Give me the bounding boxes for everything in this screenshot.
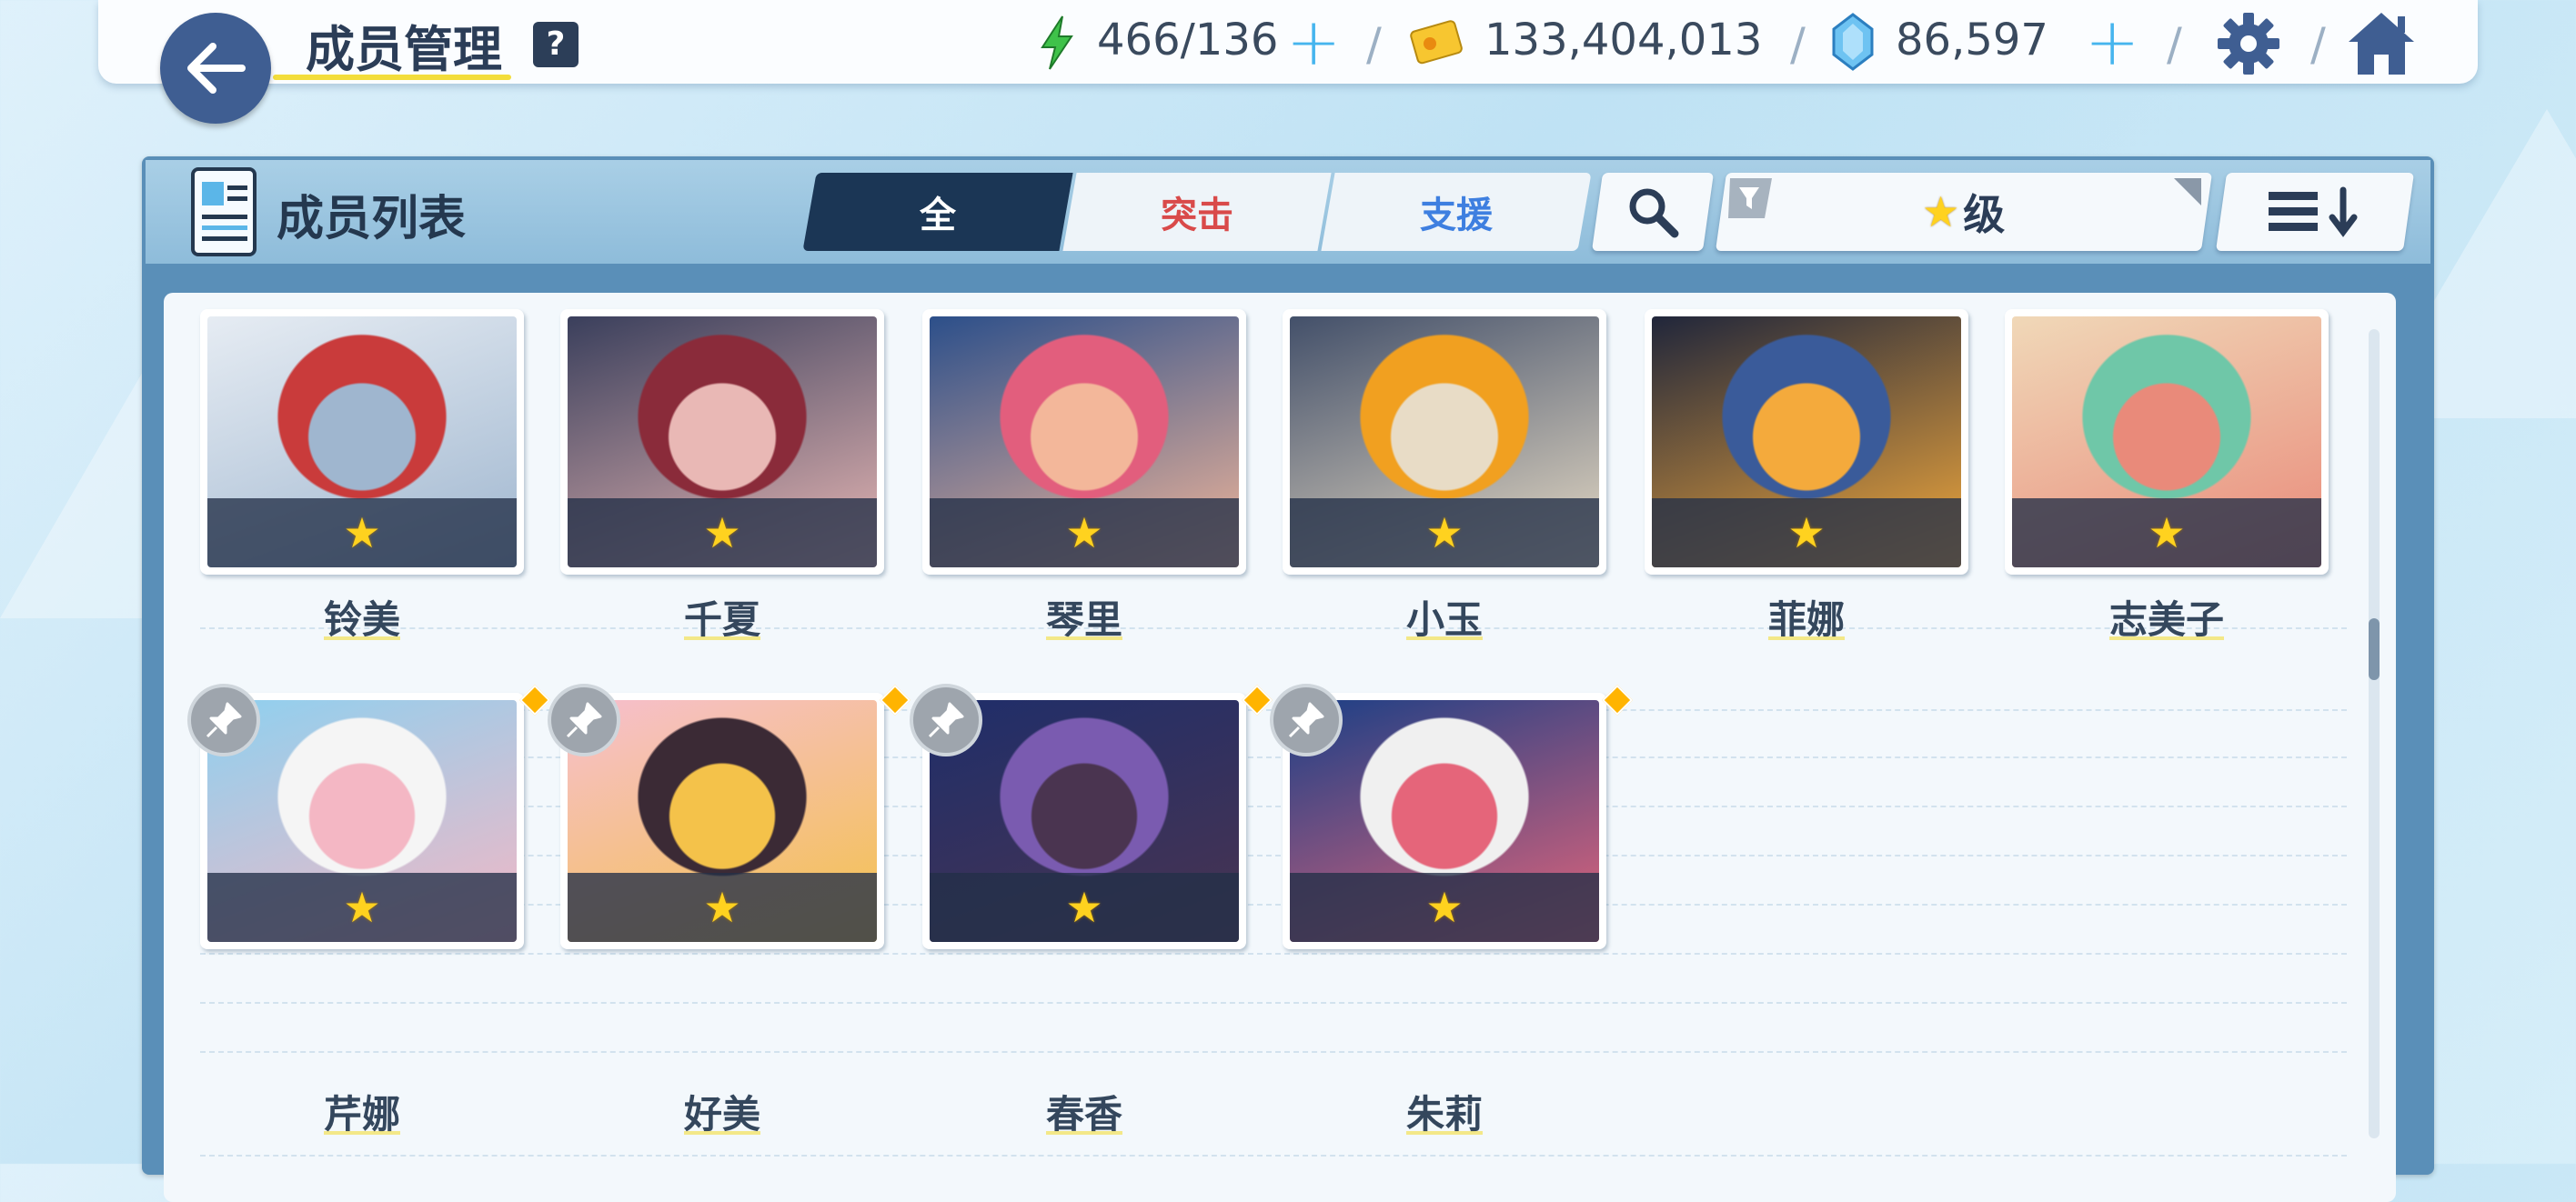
name-underline — [1768, 636, 1845, 640]
tab-all-label: 全 — [920, 195, 956, 236]
star-rating: ★ — [1652, 498, 1961, 567]
page-title: 成员管理 — [306, 21, 502, 78]
member-portrait: ★ — [1652, 316, 1961, 567]
star-rating: ★ — [207, 873, 517, 942]
name-underline — [1046, 1131, 1122, 1135]
star-rating: ★ — [930, 873, 1239, 942]
search-button[interactable] — [1591, 173, 1715, 251]
member-card[interactable]: ★ — [1283, 309, 1606, 575]
scrollbar-thumb[interactable] — [2369, 618, 2380, 680]
row-divider — [200, 953, 2347, 955]
pin-icon — [928, 702, 964, 738]
pin-icon — [206, 702, 242, 738]
star-rating: ★ — [568, 873, 877, 942]
gems-value: 86,597 — [1896, 15, 2048, 65]
member-card[interactable]: ★ — [200, 309, 524, 575]
member-card[interactable]: ★ — [2005, 309, 2329, 575]
credits-value: 133,404,013 — [1484, 15, 1763, 65]
star-icon: ★ — [1425, 883, 1464, 932]
name-underline — [1406, 1131, 1483, 1135]
pin-icon — [1288, 702, 1324, 738]
name-underline — [1406, 636, 1483, 640]
level-filter-dropdown[interactable]: ★ 级 — [1715, 173, 2213, 251]
separator: / — [1366, 18, 1382, 71]
title-underline — [273, 75, 511, 80]
name-underline — [2109, 636, 2224, 640]
pin-button[interactable] — [548, 684, 620, 756]
level-star-icon: ★ — [1922, 187, 1960, 236]
gear-icon[interactable] — [2216, 11, 2281, 76]
name-underline — [684, 636, 760, 640]
member-portrait: ★ — [207, 316, 517, 567]
name-underline — [684, 1131, 760, 1135]
scrollbar-track[interactable] — [2369, 329, 2380, 1138]
star-icon: ★ — [2148, 508, 2186, 557]
add-gems-button[interactable]: + — [2085, 9, 2139, 75]
separator: / — [1790, 18, 1806, 71]
add-stamina-button[interactable]: + — [1286, 9, 1341, 75]
member-card[interactable]: ★ — [560, 309, 884, 575]
separator: / — [2167, 18, 2182, 71]
member-portrait: ★ — [568, 316, 877, 567]
star-rating: ★ — [568, 498, 877, 567]
separator: / — [2310, 18, 2326, 71]
pin-button[interactable] — [187, 684, 260, 756]
name-underline — [324, 1131, 400, 1135]
star-icon: ★ — [343, 508, 381, 557]
search-icon — [1629, 188, 1679, 238]
star-icon: ★ — [1065, 508, 1103, 557]
member-portrait: ★ — [2012, 316, 2321, 567]
tab-assault[interactable]: 突击 — [1062, 173, 1332, 251]
star-rating: ★ — [930, 498, 1239, 567]
filter-icon — [1728, 178, 1772, 218]
star-icon: ★ — [1787, 508, 1826, 557]
pin-icon — [566, 702, 602, 738]
row-divider — [200, 1051, 2347, 1053]
star-icon: ★ — [343, 883, 381, 932]
row-divider — [200, 1002, 2347, 1004]
gem-icon — [1832, 13, 1874, 71]
star-icon: ★ — [1425, 508, 1464, 557]
member-portrait: ★ — [930, 316, 1239, 567]
dropdown-corner-icon — [2174, 178, 2201, 205]
star-icon: ★ — [703, 883, 741, 932]
level-filter-label: 级 — [1963, 190, 2006, 239]
sort-descending-icon — [2269, 186, 2358, 237]
member-card-icon — [191, 167, 257, 256]
star-rating: ★ — [207, 498, 517, 567]
tab-support[interactable]: 支援 — [1321, 173, 1592, 251]
credit-card-icon — [1410, 20, 1463, 65]
pin-button[interactable] — [1270, 684, 1343, 756]
tab-assault-label: 突击 — [1161, 195, 1233, 236]
name-underline — [324, 636, 400, 640]
help-button[interactable]: ? — [533, 22, 579, 67]
member-card[interactable]: ★ — [922, 309, 1246, 575]
member-card[interactable]: ★ — [1645, 309, 1968, 575]
panel-title: 成员列表 — [277, 192, 467, 246]
star-rating: ★ — [1290, 873, 1599, 942]
back-button[interactable] — [160, 13, 271, 124]
stamina-value: 466/136 — [1097, 15, 1279, 65]
tab-all[interactable]: 全 — [802, 173, 1073, 251]
star-icon: ★ — [703, 508, 741, 557]
back-arrow-icon — [187, 43, 246, 94]
name-underline — [1046, 636, 1122, 640]
pin-button[interactable] — [910, 684, 982, 756]
sort-order-button[interactable] — [2215, 173, 2415, 251]
star-rating: ★ — [1290, 498, 1599, 567]
row-divider — [200, 1155, 2347, 1157]
home-icon[interactable] — [2345, 9, 2418, 78]
star-rating: ★ — [2012, 498, 2321, 567]
member-portrait: ★ — [1290, 316, 1599, 567]
star-icon: ★ — [1065, 883, 1103, 932]
tab-support-label: 支援 — [1420, 195, 1493, 236]
stamina-icon — [1041, 15, 1073, 70]
